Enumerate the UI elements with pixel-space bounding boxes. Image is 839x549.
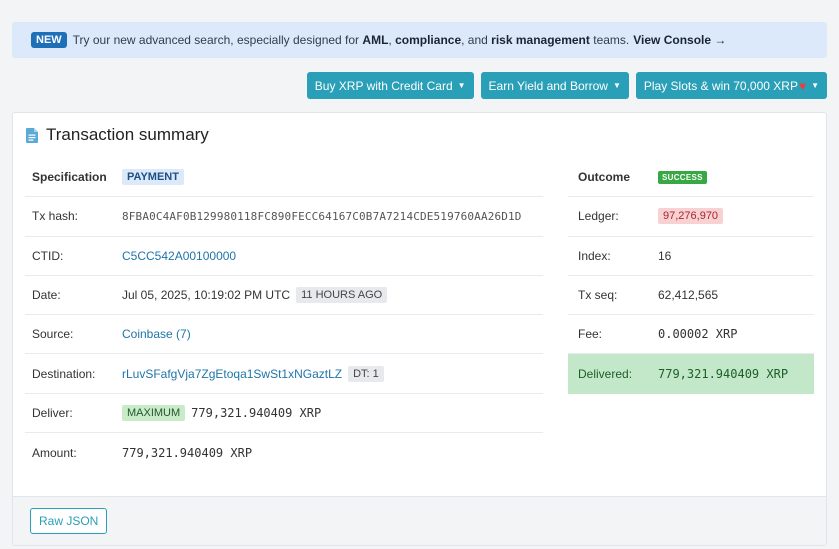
caret-down-icon: ▼ <box>457 81 466 90</box>
caret-down-icon: ▼ <box>612 81 621 90</box>
ledger-label: Ledger: <box>578 209 619 224</box>
row-tx-seq: Tx seq: 62,412,565 <box>568 276 814 316</box>
banner-text-end: teams. <box>593 33 630 47</box>
source-link[interactable]: Coinbase (7) <box>122 327 191 341</box>
view-console-link[interactable]: View Console → <box>633 33 726 47</box>
right-details: Outcome SUCCESS Ledger: 97,276,970 Index… <box>568 158 814 394</box>
row-outcome: Outcome SUCCESS <box>568 158 814 198</box>
amount-label: Amount: <box>32 445 77 460</box>
buy-xrp-label: Buy XRP with Credit Card <box>314 78 453 93</box>
row-delivered: Delivered: 779,321.940409 XRP <box>568 354 814 394</box>
banner-risk: risk management <box>491 33 590 47</box>
date-label: Date: <box>32 288 61 303</box>
row-ledger: Ledger: 97,276,970 <box>568 197 814 237</box>
earn-yield-button[interactable]: Earn Yield and Borrow ▼ <box>480 72 629 99</box>
transaction-summary-card: Transaction summary Specification PAYMEN… <box>12 112 827 546</box>
tx-seq-label: Tx seq: <box>578 288 618 303</box>
index-label: Index: <box>578 248 611 263</box>
card-header: Transaction summary <box>13 113 826 157</box>
row-specification: Specification PAYMENT <box>25 158 543 198</box>
row-amount: Amount: 779,321.940409 XRP <box>25 433 543 472</box>
ctid-label: CTID: <box>32 248 64 263</box>
row-source: Source: Coinbase (7) <box>25 315 543 355</box>
row-deliver: Deliver: MAXIMUM 779,321.940409 XRP <box>25 394 543 434</box>
maximum-badge: MAXIMUM <box>122 404 186 421</box>
banner-text: Try our new advanced search, especially … <box>72 33 360 47</box>
row-date: Date: Jul 05, 2025, 10:19:02 PM UTC 11 H… <box>25 276 543 316</box>
banner-aml: AML <box>362 33 389 47</box>
row-index: Index: 16 <box>568 237 814 276</box>
fee-value: 0.00002 XRP <box>658 327 738 342</box>
ledger-link[interactable]: 97,276,970 <box>658 208 724 225</box>
buy-xrp-button[interactable]: Buy XRP with Credit Card ▼ <box>306 72 474 99</box>
tx-seq-value: 62,412,565 <box>658 288 719 303</box>
destination-tag-badge: DT: 1 <box>348 365 384 382</box>
raw-json-button[interactable]: Raw JSON <box>30 508 108 534</box>
banner-compliance: compliance <box>395 33 462 47</box>
delivered-label: Delivered: <box>578 367 633 382</box>
caret-down-icon: ▼ <box>811 81 819 90</box>
fee-label: Fee: <box>578 327 603 342</box>
play-slots-button[interactable]: Play Slots & win 70,000 XRP ♥ ▼ <box>635 72 827 99</box>
ctid-link[interactable]: C5CC542A00100000 <box>122 249 236 263</box>
destination-label: Destination: <box>32 366 96 381</box>
card-footer: Raw JSON <box>13 496 826 545</box>
banner-sep: , and <box>461 33 488 47</box>
destination-link[interactable]: rLuvSFafgVja7ZgEtoqa1SwSt1xNGaztLZ <box>122 367 342 381</box>
row-ctid: CTID: C5CC542A00100000 <box>25 237 543 276</box>
earn-yield-label: Earn Yield and Borrow <box>488 78 608 93</box>
row-fee: Fee: 0.00002 XRP <box>568 315 814 355</box>
document-icon <box>26 127 38 143</box>
top-button-row: Buy XRP with Credit Card ▼ Earn Yield an… <box>306 72 827 99</box>
type-badge: PAYMENT <box>122 169 184 186</box>
index-value: 16 <box>658 248 672 263</box>
heart-icon: ♥ <box>798 78 807 93</box>
deliver-value: 779,321.940409 XRP <box>191 405 322 420</box>
deliver-label: Deliver: <box>32 405 73 420</box>
specification-label: Specification <box>32 170 107 185</box>
amount-value: 779,321.940409 XRP <box>122 445 253 460</box>
date-value: Jul 05, 2025, 10:19:02 PM UTC <box>122 288 291 303</box>
left-details: Specification PAYMENT Tx hash: 8FBA0C4AF… <box>25 158 543 472</box>
new-badge: NEW <box>31 32 67 48</box>
success-badge: SUCCESS <box>658 170 707 184</box>
tx-hash-value: 8FBA0C4AF0B129980118FC890FECC64167C0B7A7… <box>122 209 522 223</box>
time-ago-badge: 11 HOURS AGO <box>296 287 388 304</box>
row-destination: Destination: rLuvSFafgVja7ZgEtoqa1SwSt1x… <box>25 354 543 394</box>
outcome-label: Outcome <box>578 170 631 185</box>
banner-sep: , <box>388 33 392 47</box>
source-label: Source: <box>32 327 74 342</box>
tx-hash-label: Tx hash: <box>32 209 79 224</box>
announcement-banner: NEW Try our new advanced search, especia… <box>12 22 827 58</box>
delivered-value: 779,321.940409 XRP <box>658 367 789 382</box>
page-title: Transaction summary <box>46 125 209 144</box>
play-slots-label: Play Slots & win 70,000 XRP <box>643 78 798 93</box>
row-tx-hash: Tx hash: 8FBA0C4AF0B129980118FC890FECC64… <box>25 197 543 237</box>
